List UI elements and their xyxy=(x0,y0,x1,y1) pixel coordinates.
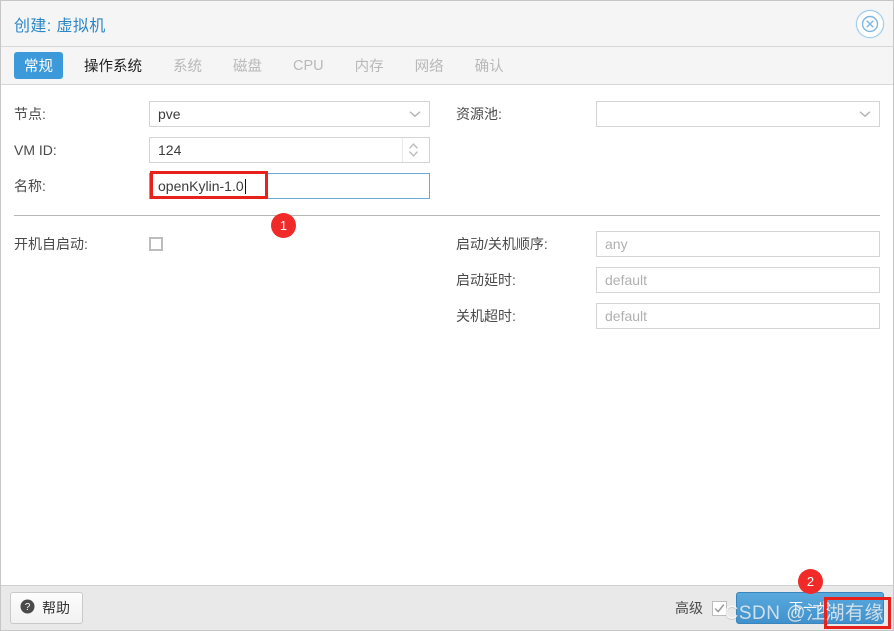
svg-text:?: ? xyxy=(25,602,31,613)
form-right-column: 资源池: xyxy=(447,96,880,204)
page-title: 创建: 虚拟机 xyxy=(14,17,106,35)
field-row-vmid: VM ID: 124 xyxy=(14,132,430,168)
pool-label: 资源池: xyxy=(456,106,502,122)
next-button[interactable]: 下一步 xyxy=(736,592,884,624)
create-vm-dialog: 创建: 虚拟机 常规 操作系统 系统 磁盘 CPU 内存 网络 确认 节点: p… xyxy=(0,0,894,631)
name-label: 名称: xyxy=(14,178,46,194)
chevron-down-icon xyxy=(409,110,421,118)
form-left-column-2: 开机自启动: xyxy=(14,226,447,334)
dialog-titlebar: 创建: 虚拟机 xyxy=(1,1,893,47)
startup-delay-label: 启动延时: xyxy=(456,272,516,288)
text-caret xyxy=(244,178,246,194)
general-form: 节点: pve VM ID: 124 名称: openKylin-1.0 资源池… xyxy=(1,85,893,585)
form-left-column: 节点: pve VM ID: 124 名称: openKylin-1.0 xyxy=(14,96,447,204)
field-row-start-order: 启动/关机顺序: any xyxy=(456,226,880,262)
tab-network[interactable]: 网络 xyxy=(405,52,454,79)
start-order-label: 启动/关机顺序: xyxy=(456,236,548,252)
question-circle-icon: ? xyxy=(20,599,35,617)
autostart-checkbox[interactable] xyxy=(149,237,163,251)
tab-cpu[interactable]: CPU xyxy=(283,55,334,77)
vmid-input[interactable]: 124 xyxy=(149,137,430,163)
node-select[interactable]: pve xyxy=(149,101,430,127)
vmid-label: VM ID: xyxy=(14,142,57,158)
field-row-startup-delay: 启动延时: default xyxy=(456,262,880,298)
tab-confirm[interactable]: 确认 xyxy=(465,52,514,79)
wizard-tabs: 常规 操作系统 系统 磁盘 CPU 内存 网络 确认 xyxy=(1,47,893,85)
form-right-column-2: 启动/关机顺序: any 启动延时: default 关机超时: default xyxy=(447,226,880,334)
node-value: pve xyxy=(158,106,181,122)
pool-select[interactable] xyxy=(596,101,880,127)
help-button-label: 帮助 xyxy=(42,600,70,616)
autostart-label: 开机自启动: xyxy=(14,236,88,252)
field-row-node: 节点: pve xyxy=(14,96,430,132)
field-row-shutdown-timeout: 关机超时: default xyxy=(456,298,880,334)
vmid-value: 124 xyxy=(158,142,182,158)
form-top-section: 节点: pve VM ID: 124 名称: openKylin-1.0 资源池… xyxy=(14,85,880,204)
tab-disk[interactable]: 磁盘 xyxy=(223,52,272,79)
footer-actions: 高级 下一步 xyxy=(675,592,884,624)
name-value: openKylin-1.0 xyxy=(158,178,244,194)
check-icon xyxy=(714,603,725,613)
chevron-down-icon xyxy=(859,110,871,118)
form-bottom-section: 开机自启动: 启动/关机顺序: any 启动延时: default 关机超时: … xyxy=(14,216,880,334)
tab-memory[interactable]: 内存 xyxy=(345,52,394,79)
field-row-autostart: 开机自启动: xyxy=(14,226,430,262)
spinner-updown-icon[interactable] xyxy=(402,138,423,162)
node-label: 节点: xyxy=(14,106,46,122)
shutdown-timeout-label: 关机超时: xyxy=(456,308,516,324)
advanced-checkbox[interactable] xyxy=(712,600,727,616)
advanced-label: 高级 xyxy=(675,600,703,616)
field-row-name: 名称: openKylin-1.0 xyxy=(14,168,430,204)
help-button[interactable]: ? 帮助 xyxy=(10,592,83,624)
close-icon[interactable] xyxy=(856,10,884,38)
tab-general[interactable]: 常规 xyxy=(14,52,63,79)
start-order-input[interactable]: any xyxy=(596,231,880,257)
startup-delay-placeholder: default xyxy=(605,272,648,288)
name-input[interactable]: openKylin-1.0 xyxy=(149,173,430,199)
startup-delay-input[interactable]: default xyxy=(596,267,880,293)
shutdown-timeout-placeholder: default xyxy=(605,308,648,324)
field-row-pool: 资源池: xyxy=(456,96,880,132)
start-order-placeholder: any xyxy=(605,236,628,252)
tab-system[interactable]: 系统 xyxy=(163,52,212,79)
shutdown-timeout-input[interactable]: default xyxy=(596,303,880,329)
dialog-footer: ? 帮助 高级 下一步 CSDN @江湖有缘 xyxy=(1,585,893,630)
close-x-glyph xyxy=(861,15,879,33)
tab-os[interactable]: 操作系统 xyxy=(74,52,152,79)
